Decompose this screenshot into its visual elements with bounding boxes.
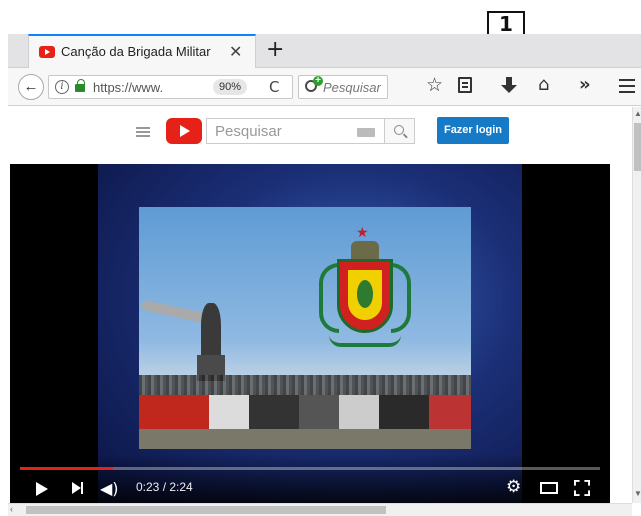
road-shape: [139, 429, 471, 449]
url-text[interactable]: https://www.: [93, 80, 198, 95]
overflow-chevron-icon[interactable]: »: [579, 74, 591, 95]
lock-icon: [75, 79, 85, 92]
tab-bar: Canção da Brigada Militar - ✕ +: [8, 34, 641, 68]
navigation-toolbar: ← i https://www. 90% C Pesquisar ☆ ⌂ »: [8, 68, 641, 106]
star-icon: ★: [356, 225, 369, 241]
crest-laurel-left: [319, 263, 339, 333]
video-frame-image: ★: [139, 207, 471, 449]
hamburger-menu-icon[interactable]: [619, 79, 635, 81]
crest-inner-field: [348, 270, 382, 320]
youtube-search-placeholder: Pesquisar: [215, 123, 282, 140]
volume-icon[interactable]: ◀): [100, 479, 122, 498]
login-button[interactable]: Fazer login: [437, 117, 509, 144]
address-bar[interactable]: i https://www. 90% C: [48, 75, 293, 99]
info-icon[interactable]: i: [55, 80, 69, 94]
back-button[interactable]: ←: [18, 74, 44, 100]
scroll-down-icon[interactable]: ▼: [634, 489, 641, 498]
zoom-level-badge[interactable]: 90%: [213, 79, 247, 95]
search-add-engine-icon: [305, 76, 323, 92]
vertical-scroll-thumb[interactable]: [634, 123, 641, 171]
search-icon: [394, 125, 404, 135]
youtube-search-button[interactable]: [385, 118, 415, 144]
crest-center: [357, 280, 373, 308]
crest-laurel-right: [391, 263, 411, 333]
new-tab-button[interactable]: +: [266, 37, 284, 62]
progress-fill: [20, 467, 113, 470]
tab-title: Canção da Brigada Militar -: [61, 44, 211, 59]
reading-list-icon[interactable]: [458, 77, 472, 93]
tab-youtube[interactable]: Canção da Brigada Militar - ✕: [28, 34, 256, 68]
youtube-favicon-icon: [39, 46, 55, 58]
vehicles-shape: [139, 395, 471, 429]
scroll-left-icon[interactable]: ‹: [10, 504, 13, 514]
scroll-up-icon[interactable]: ▲: [634, 109, 641, 118]
settings-gear-icon[interactable]: ⚙: [506, 477, 521, 497]
coat-of-arms-emblem: ★: [319, 225, 411, 359]
search-placeholder: Pesquisar: [323, 80, 381, 95]
horizontal-scrollbar[interactable]: ‹: [8, 503, 632, 516]
reload-icon[interactable]: C: [269, 78, 279, 96]
download-icon[interactable]: [501, 77, 517, 95]
tab-close-icon[interactable]: ✕: [229, 42, 242, 62]
crest-shield: [337, 259, 393, 333]
browser-search-input[interactable]: Pesquisar: [298, 75, 388, 99]
keyboard-icon[interactable]: [357, 128, 375, 137]
time-display: 0:23 / 2:24: [136, 480, 193, 494]
next-icon[interactable]: [72, 482, 83, 494]
vertical-scrollbar[interactable]: ▲ ▼: [632, 107, 641, 503]
play-icon[interactable]: [36, 482, 48, 496]
statue-shape: [201, 303, 221, 359]
page-content: Pesquisar Fazer login ★ ◀) 0:23 / 2:24 ⚙: [8, 107, 632, 503]
crest-horse-shape: [351, 241, 379, 259]
crowd-shape: [139, 375, 471, 397]
theater-mode-icon[interactable]: [540, 482, 558, 494]
home-icon[interactable]: ⌂: [538, 74, 549, 95]
bookmark-star-icon[interactable]: ☆: [426, 74, 443, 96]
video-player[interactable]: ★ ◀) 0:23 / 2:24 ⚙: [10, 164, 610, 503]
youtube-search-input[interactable]: Pesquisar: [206, 118, 385, 144]
youtube-menu-icon[interactable]: [136, 127, 150, 129]
horizontal-scroll-thumb[interactable]: [26, 506, 386, 514]
crest-ribbon: [329, 335, 401, 347]
youtube-logo[interactable]: [166, 118, 202, 144]
progress-bar[interactable]: [20, 467, 600, 470]
